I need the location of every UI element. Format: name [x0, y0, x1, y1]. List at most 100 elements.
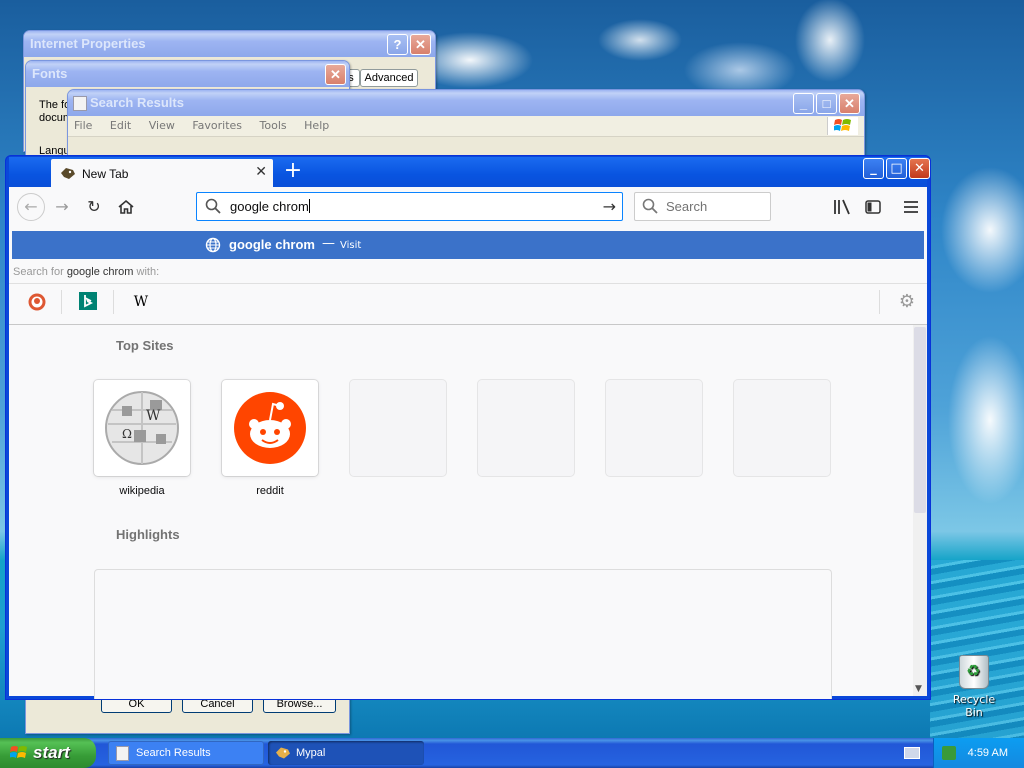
one-off-search-engines: W ⚙: [9, 283, 927, 322]
url-autocomplete-popup: google chrom — Visit Search for google c…: [9, 227, 927, 325]
top-site-empty[interactable]: [478, 380, 574, 476]
library-button[interactable]: [830, 195, 854, 219]
menu-edit[interactable]: Edit: [110, 119, 131, 132]
suggestion-separator: —: [322, 236, 335, 251]
search-icon: [205, 198, 221, 214]
home-icon: [118, 199, 134, 214]
globe-icon: [205, 237, 221, 253]
help-button[interactable]: ?: [387, 34, 408, 55]
home-button[interactable]: [114, 195, 138, 219]
sidebar-button[interactable]: [861, 195, 885, 219]
search-bar-placeholder: Search: [666, 199, 708, 214]
top-site-label: reddit: [256, 485, 284, 497]
search-results-title: Search Results: [90, 95, 184, 110]
recycle-bin-label: Recycle Bin: [952, 693, 996, 719]
fonts-title: Fonts: [32, 66, 68, 81]
search-bar[interactable]: Search: [634, 192, 771, 221]
back-button[interactable]: ←: [17, 193, 45, 221]
menu-file[interactable]: File: [74, 119, 92, 132]
desktop: Recycle Bin Internet Properties ? ✕ s Ad…: [0, 0, 1024, 738]
tab-close-icon[interactable]: ✕: [255, 164, 267, 180]
keyboard-icon[interactable]: [904, 747, 920, 759]
fonts-titlebar[interactable]: Fonts ✕: [26, 61, 349, 87]
search-settings-button[interactable]: ⚙: [897, 292, 917, 312]
browser-window[interactable]: New Tab ✕ + _ □ ✕ ← → ↻ google chrom → S…: [5, 155, 931, 700]
menu-view[interactable]: View: [149, 119, 175, 132]
engine-separator: [113, 290, 114, 314]
duckduckgo-engine-button[interactable]: [27, 292, 47, 312]
menu-favorites[interactable]: Favorites: [192, 119, 242, 132]
tab-advanced[interactable]: Advanced: [360, 69, 418, 87]
top-site-empty[interactable]: [606, 380, 702, 476]
url-bar-text[interactable]: google chrom: [230, 199, 310, 214]
network-icon[interactable]: [942, 746, 956, 760]
tab-title: New Tab: [82, 167, 129, 181]
page-scrollbar[interactable]: ▼: [913, 325, 927, 696]
close-button[interactable]: ✕: [410, 34, 431, 55]
taskbar-item-mypal[interactable]: Mypal: [268, 741, 424, 765]
suggestion-title: google chrom: [229, 237, 315, 252]
url-bar[interactable]: google chrom →: [196, 192, 623, 221]
search-with-query: google chrom: [66, 266, 134, 278]
start-label: start: [33, 743, 70, 762]
recycle-bin-icon: [959, 655, 989, 689]
minimize-button[interactable]: _: [793, 93, 814, 114]
search-with-prefix: Search for: [13, 266, 67, 278]
close-button[interactable]: ✕: [839, 93, 860, 114]
search-with-suffix: with:: [133, 266, 160, 278]
internet-properties-titlebar[interactable]: Internet Properties ? ✕: [24, 31, 435, 57]
close-button[interactable]: ✕: [909, 158, 930, 179]
menu-tools[interactable]: Tools: [260, 119, 287, 132]
url-bar-value: google chrom: [230, 199, 309, 214]
library-icon: [834, 199, 850, 215]
suggestion-action: Visit: [340, 240, 362, 251]
engine-separator: [61, 290, 62, 314]
taskbar-item-label: Search Results: [136, 747, 211, 759]
menu-help[interactable]: Help: [304, 119, 329, 132]
search-with-label: Search for google chrom with:: [13, 266, 159, 278]
taskbar: start Search Results Mypal 4:59 AM: [0, 738, 1024, 768]
highlights-title: Highlights: [116, 527, 180, 542]
suggestion-row[interactable]: google chrom — Visit: [12, 231, 924, 259]
search-results-window-icon: [73, 96, 87, 111]
go-arrow-icon[interactable]: →: [603, 197, 616, 216]
sidebar-icon: [865, 200, 881, 214]
recycle-bin[interactable]: Recycle Bin: [944, 655, 1004, 719]
wikipedia-w-icon: W: [133, 294, 149, 310]
reddit-alien-icon: [234, 392, 306, 464]
clock[interactable]: 4:59 AM: [968, 738, 1008, 768]
scroll-down-icon[interactable]: ▼: [915, 684, 922, 694]
browser-body: ← → ↻ google chrom → Search google chrom…: [9, 187, 927, 699]
top-sites-title: Top Sites: [116, 338, 174, 353]
search-results-menubar: File Edit View Favorites Tools Help: [68, 116, 864, 137]
new-tab-button[interactable]: +: [281, 160, 305, 184]
taskbar-item-search-results[interactable]: Search Results: [108, 741, 264, 765]
forward-button[interactable]: →: [50, 195, 74, 219]
top-site-wikipedia[interactable]: W Ω: [94, 380, 190, 476]
tab-strip: New Tab ✕ + _ □ ✕: [9, 157, 930, 189]
bing-engine-button[interactable]: [79, 292, 99, 312]
top-site-empty[interactable]: [350, 380, 446, 476]
engine-separator: [879, 290, 880, 314]
top-site-label: wikipedia: [119, 485, 165, 497]
fonts-close-button[interactable]: ✕: [325, 64, 346, 85]
wikipedia-engine-button[interactable]: W: [131, 292, 151, 312]
menu-button[interactable]: [899, 195, 923, 219]
scrollbar-thumb[interactable]: [914, 327, 926, 513]
minimize-button[interactable]: _: [863, 158, 884, 179]
system-tray: 4:59 AM: [933, 738, 1024, 768]
top-site-empty[interactable]: [734, 380, 830, 476]
new-tab-page: Top Sites W Ω wikipedia reddit Highlight…: [9, 325, 913, 699]
maximize-button[interactable]: □: [816, 93, 837, 114]
start-button[interactable]: start: [0, 738, 96, 768]
reload-button[interactable]: ↻: [82, 195, 106, 219]
search-results-titlebar[interactable]: Search Results _ □ ✕: [68, 90, 864, 116]
tab-new-tab[interactable]: New Tab ✕: [51, 159, 273, 189]
mypal-favicon-icon: [61, 168, 75, 179]
wikipedia-globe-icon: W Ω: [105, 391, 179, 465]
windows-logo-icon: [827, 117, 858, 135]
search-results-icon: [116, 746, 129, 761]
top-site-reddit[interactable]: [222, 380, 318, 476]
maximize-button[interactable]: □: [886, 158, 907, 179]
windows-flag-icon: [10, 746, 27, 758]
